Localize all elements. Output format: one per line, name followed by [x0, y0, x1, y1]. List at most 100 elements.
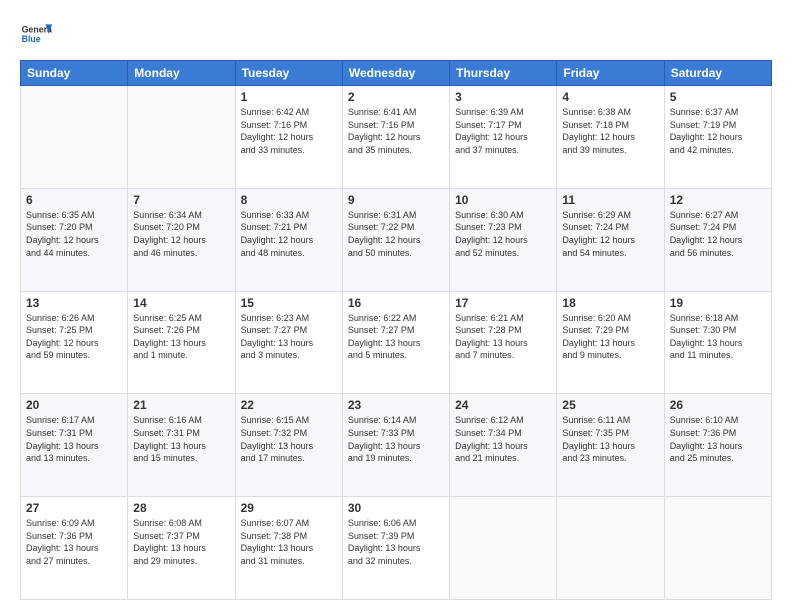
day-number: 25 [562, 398, 658, 412]
day-info: Sunrise: 6:09 AM Sunset: 7:36 PM Dayligh… [26, 517, 122, 567]
day-info: Sunrise: 6:26 AM Sunset: 7:25 PM Dayligh… [26, 312, 122, 362]
day-info: Sunrise: 6:30 AM Sunset: 7:23 PM Dayligh… [455, 209, 551, 259]
calendar-cell: 10 Sunrise: 6:30 AM Sunset: 7:23 PM Dayli… [450, 188, 557, 291]
day-number: 9 [348, 193, 444, 207]
calendar-cell: 2 Sunrise: 6:41 AM Sunset: 7:16 PM Daylig… [342, 86, 449, 189]
day-number: 27 [26, 501, 122, 515]
day-number: 18 [562, 296, 658, 310]
day-number: 6 [26, 193, 122, 207]
day-number: 13 [26, 296, 122, 310]
day-info: Sunrise: 6:20 AM Sunset: 7:29 PM Dayligh… [562, 312, 658, 362]
day-number: 20 [26, 398, 122, 412]
calendar-week-3: 13 Sunrise: 6:26 AM Sunset: 7:25 PM Dayli… [21, 291, 772, 394]
calendar-cell: 20 Sunrise: 6:17 AM Sunset: 7:31 PM Dayli… [21, 394, 128, 497]
calendar-cell: 16Sunrise: 6:22 AM Sunset: 7:27 PM Dayli… [342, 291, 449, 394]
day-info: Sunrise: 6:34 AM Sunset: 7:20 PM Dayligh… [133, 209, 229, 259]
calendar-cell: 30 Sunrise: 6:06 AM Sunset: 7:39 PM Dayli… [342, 497, 449, 600]
day-number: 30 [348, 501, 444, 515]
day-number: 29 [241, 501, 337, 515]
day-info: Sunrise: 6:42 AM Sunset: 7:16 PM Dayligh… [241, 106, 337, 156]
day-number: 1 [241, 90, 337, 104]
day-number: 10 [455, 193, 551, 207]
day-info: Sunrise: 6:22 AM Sunset: 7:27 PM Dayligh… [348, 312, 444, 362]
day-info: Sunrise: 6:38 AM Sunset: 7:18 PM Dayligh… [562, 106, 658, 156]
calendar-cell: 29Sunrise: 6:07 AM Sunset: 7:38 PM Dayli… [235, 497, 342, 600]
day-info: Sunrise: 6:37 AM Sunset: 7:19 PM Dayligh… [670, 106, 766, 156]
calendar-header-thursday: Thursday [450, 61, 557, 86]
day-number: 3 [455, 90, 551, 104]
day-number: 14 [133, 296, 229, 310]
day-number: 8 [241, 193, 337, 207]
day-number: 11 [562, 193, 658, 207]
calendar-cell [450, 497, 557, 600]
calendar-week-5: 27 Sunrise: 6:09 AM Sunset: 7:36 PM Dayli… [21, 497, 772, 600]
calendar-cell: 27 Sunrise: 6:09 AM Sunset: 7:36 PM Dayli… [21, 497, 128, 600]
day-number: 28 [133, 501, 229, 515]
calendar-cell: 26 Sunrise: 6:10 AM Sunset: 7:36 PM Dayli… [664, 394, 771, 497]
calendar-cell: 18 Sunrise: 6:20 AM Sunset: 7:29 PM Dayli… [557, 291, 664, 394]
day-info: Sunrise: 6:06 AM Sunset: 7:39 PM Dayligh… [348, 517, 444, 567]
day-info: Sunrise: 6:23 AM Sunset: 7:27 PM Dayligh… [241, 312, 337, 362]
calendar-cell [664, 497, 771, 600]
calendar-week-2: 6 Sunrise: 6:35 AM Sunset: 7:20 PM Daylig… [21, 188, 772, 291]
day-info: Sunrise: 6:33 AM Sunset: 7:21 PM Dayligh… [241, 209, 337, 259]
calendar-header-tuesday: Tuesday [235, 61, 342, 86]
calendar-header-row: SundayMondayTuesdayWednesdayThursdayFrid… [21, 61, 772, 86]
calendar-cell: 24 Sunrise: 6:12 AM Sunset: 7:34 PM Dayli… [450, 394, 557, 497]
day-info: Sunrise: 6:11 AM Sunset: 7:35 PM Dayligh… [562, 414, 658, 464]
day-number: 15 [241, 296, 337, 310]
calendar-cell: 25 Sunrise: 6:11 AM Sunset: 7:35 PM Dayli… [557, 394, 664, 497]
day-number: 26 [670, 398, 766, 412]
calendar-cell: 23Sunrise: 6:14 AM Sunset: 7:33 PM Dayli… [342, 394, 449, 497]
day-info: Sunrise: 6:14 AM Sunset: 7:33 PM Dayligh… [348, 414, 444, 464]
calendar-cell: 15 Sunrise: 6:23 AM Sunset: 7:27 PM Dayli… [235, 291, 342, 394]
calendar-cell: 22 Sunrise: 6:15 AM Sunset: 7:32 PM Dayli… [235, 394, 342, 497]
calendar-cell: 7 Sunrise: 6:34 AM Sunset: 7:20 PM Daylig… [128, 188, 235, 291]
day-info: Sunrise: 6:15 AM Sunset: 7:32 PM Dayligh… [241, 414, 337, 464]
day-info: Sunrise: 6:21 AM Sunset: 7:28 PM Dayligh… [455, 312, 551, 362]
day-info: Sunrise: 6:35 AM Sunset: 7:20 PM Dayligh… [26, 209, 122, 259]
calendar-header-saturday: Saturday [664, 61, 771, 86]
calendar-cell: 4Sunrise: 6:38 AM Sunset: 7:18 PM Daylig… [557, 86, 664, 189]
calendar-cell: 13 Sunrise: 6:26 AM Sunset: 7:25 PM Dayli… [21, 291, 128, 394]
calendar-cell: 21Sunrise: 6:16 AM Sunset: 7:31 PM Dayli… [128, 394, 235, 497]
day-info: Sunrise: 6:27 AM Sunset: 7:24 PM Dayligh… [670, 209, 766, 259]
day-info: Sunrise: 6:31 AM Sunset: 7:22 PM Dayligh… [348, 209, 444, 259]
calendar-cell: 8 Sunrise: 6:33 AM Sunset: 7:21 PM Daylig… [235, 188, 342, 291]
day-info: Sunrise: 6:10 AM Sunset: 7:36 PM Dayligh… [670, 414, 766, 464]
day-info: Sunrise: 6:16 AM Sunset: 7:31 PM Dayligh… [133, 414, 229, 464]
calendar-cell: 12 Sunrise: 6:27 AM Sunset: 7:24 PM Dayli… [664, 188, 771, 291]
calendar-cell [557, 497, 664, 600]
calendar-cell: 1 Sunrise: 6:42 AM Sunset: 7:16 PM Daylig… [235, 86, 342, 189]
day-info: Sunrise: 6:12 AM Sunset: 7:34 PM Dayligh… [455, 414, 551, 464]
calendar-cell [21, 86, 128, 189]
day-number: 19 [670, 296, 766, 310]
calendar-cell [128, 86, 235, 189]
day-info: Sunrise: 6:39 AM Sunset: 7:17 PM Dayligh… [455, 106, 551, 156]
calendar-week-1: 1 Sunrise: 6:42 AM Sunset: 7:16 PM Daylig… [21, 86, 772, 189]
calendar-header-monday: Monday [128, 61, 235, 86]
day-info: Sunrise: 6:18 AM Sunset: 7:30 PM Dayligh… [670, 312, 766, 362]
logo: General Blue [20, 18, 52, 50]
calendar-table: SundayMondayTuesdayWednesdayThursdayFrid… [20, 60, 772, 600]
day-number: 12 [670, 193, 766, 207]
calendar-cell: 5 Sunrise: 6:37 AM Sunset: 7:19 PM Daylig… [664, 86, 771, 189]
calendar-cell: 14 Sunrise: 6:25 AM Sunset: 7:26 PM Dayli… [128, 291, 235, 394]
calendar-cell: 19 Sunrise: 6:18 AM Sunset: 7:30 PM Dayli… [664, 291, 771, 394]
logo-icon: General Blue [20, 18, 52, 50]
day-number: 2 [348, 90, 444, 104]
day-number: 22 [241, 398, 337, 412]
day-number: 24 [455, 398, 551, 412]
page: General Blue SundayMondayTuesdayWednesda… [0, 0, 792, 612]
header: General Blue [20, 18, 772, 50]
day-info: Sunrise: 6:41 AM Sunset: 7:16 PM Dayligh… [348, 106, 444, 156]
day-info: Sunrise: 6:25 AM Sunset: 7:26 PM Dayligh… [133, 312, 229, 362]
day-number: 5 [670, 90, 766, 104]
day-info: Sunrise: 6:08 AM Sunset: 7:37 PM Dayligh… [133, 517, 229, 567]
calendar-cell: 11Sunrise: 6:29 AM Sunset: 7:24 PM Dayli… [557, 188, 664, 291]
day-info: Sunrise: 6:17 AM Sunset: 7:31 PM Dayligh… [26, 414, 122, 464]
day-number: 7 [133, 193, 229, 207]
calendar-header-wednesday: Wednesday [342, 61, 449, 86]
calendar-week-4: 20 Sunrise: 6:17 AM Sunset: 7:31 PM Dayli… [21, 394, 772, 497]
day-number: 17 [455, 296, 551, 310]
